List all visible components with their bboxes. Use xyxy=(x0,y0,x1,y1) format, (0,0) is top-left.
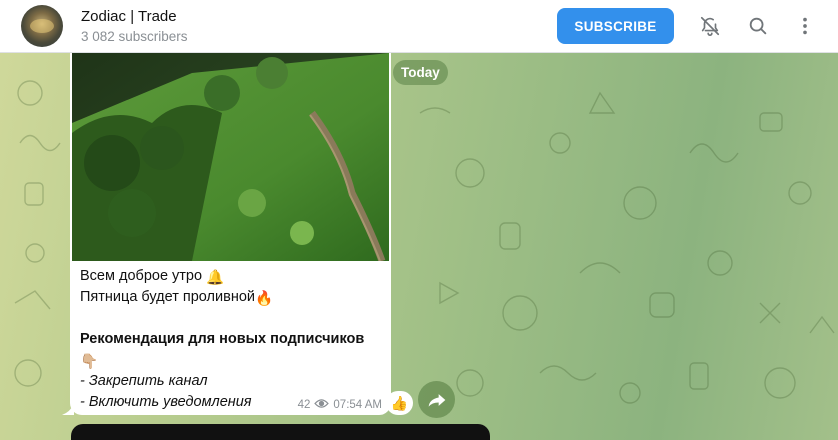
more-vertical-icon[interactable] xyxy=(791,12,819,40)
channel-avatar[interactable] xyxy=(21,5,63,47)
bell-off-icon[interactable] xyxy=(696,12,724,40)
channel-info[interactable]: Zodiac | Trade 3 082 subscribers xyxy=(81,7,188,46)
message-heading: Рекомендация для новых подписчиков xyxy=(80,331,365,347)
bell-emoji: 🔔 xyxy=(206,270,225,286)
view-count: 42 xyxy=(297,399,311,411)
eye-icon xyxy=(314,398,330,412)
channel-title: Zodiac | Trade xyxy=(81,8,177,25)
thumbs-up-reaction[interactable]: 👍 xyxy=(386,391,413,415)
message-line-1: Всем доброе утро xyxy=(80,268,203,284)
forward-icon[interactable] xyxy=(418,381,455,418)
subscriber-count: 3 082 subscribers xyxy=(81,29,188,44)
message-photo[interactable] xyxy=(72,53,389,261)
message-item-1: - Закрепить канал xyxy=(80,373,208,389)
message-time: 07:54 AM xyxy=(333,399,382,411)
message-bubble[interactable]: Всем доброе утро 🔔 Пятница будет проливн… xyxy=(70,53,391,415)
channel-header: Zodiac | Trade 3 082 subscribers SUBSCRI… xyxy=(0,0,838,53)
next-message-preview[interactable] xyxy=(71,424,490,440)
bubble-tail xyxy=(62,404,74,415)
pointing-down-emoji: 👇🏼 xyxy=(80,354,99,370)
message-meta: 42 07:54 AM xyxy=(298,398,382,412)
date-separator: Today xyxy=(393,60,448,85)
message-text: Всем доброе утро 🔔 Пятница будет проливн… xyxy=(80,266,385,413)
subscribe-button[interactable]: SUBSCRIBE xyxy=(557,8,674,44)
fire-emoji: 🔥 xyxy=(254,291,274,307)
message-line-2: Пятница будет проливной xyxy=(80,289,255,305)
search-icon[interactable] xyxy=(744,12,772,40)
